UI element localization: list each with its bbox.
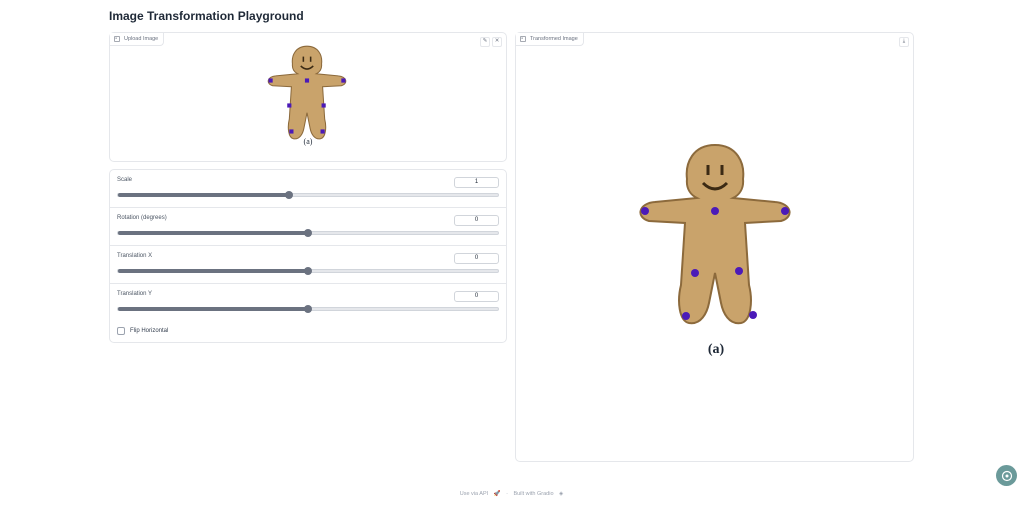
upload-image-label-tab: Upload Image: [110, 33, 165, 46]
image-icon: [114, 36, 120, 42]
gingerbread-cookie: [267, 45, 347, 140]
assistant-icon: [1001, 470, 1012, 481]
translate-y-label: Translation Y: [117, 291, 153, 297]
footer-separator: ·: [506, 491, 508, 497]
scale-control: Scale 1: [110, 170, 506, 208]
keypoint: [321, 103, 326, 108]
built-with-gradio-link[interactable]: Built with Gradio: [513, 491, 553, 497]
translate-y-control: Translation Y 0: [110, 284, 506, 322]
transformed-caption: (a): [708, 342, 725, 357]
keypoint: [682, 312, 690, 320]
translate-x-slider-thumb[interactable]: [304, 267, 312, 275]
rotation-label: Rotation (degrees): [117, 215, 167, 221]
keypoint: [268, 78, 273, 83]
keypoint: [320, 129, 325, 134]
translate-y-slider[interactable]: [117, 305, 499, 313]
keypoint: [289, 129, 294, 134]
rotation-slider-fill: [118, 231, 308, 235]
scale-slider-thumb[interactable]: [285, 191, 293, 199]
close-icon[interactable]: ✕: [492, 37, 502, 47]
translate-y-number-input[interactable]: 0: [454, 291, 499, 302]
rotation-control: Rotation (degrees) 0: [110, 208, 506, 246]
upload-image-panel[interactable]: Upload Image ✎ ✕ (a): [109, 32, 507, 162]
keypoint: [641, 207, 649, 215]
keypoint: [781, 207, 789, 215]
translate-y-slider-thumb[interactable]: [304, 305, 312, 313]
translate-x-slider-fill: [118, 269, 308, 273]
keypoint: [304, 78, 310, 83]
keypoint: [735, 267, 743, 275]
flip-horizontal-checkbox[interactable]: [117, 327, 125, 335]
upload-image-label: Upload Image: [124, 36, 159, 42]
translate-y-slider-fill: [118, 307, 308, 311]
translate-x-control: Translation X 0: [110, 246, 506, 284]
chat-assistant-button[interactable]: [996, 465, 1017, 486]
keypoint: [749, 311, 757, 319]
keypoint: [287, 103, 292, 108]
controls-panel: Scale 1 Rotation (degrees) 0 Translation…: [109, 169, 507, 343]
rotation-slider-thumb[interactable]: [304, 229, 312, 237]
footer: Use via API 🚀 · Built with Gradio ◈: [0, 491, 1023, 497]
transformed-image-label: Transformed Image: [530, 36, 578, 42]
scale-number-input[interactable]: 1: [454, 177, 499, 188]
translate-x-label: Translation X: [117, 253, 153, 259]
download-icon[interactable]: ⤓: [899, 37, 909, 47]
flip-horizontal-label: Flip Horizontal: [130, 328, 169, 334]
flip-horizontal-row[interactable]: Flip Horizontal: [117, 327, 168, 335]
translate-x-slider[interactable]: [117, 267, 499, 275]
gradio-logo-icon: ◈: [559, 491, 564, 497]
scale-slider-fill: [118, 193, 289, 197]
scale-label: Scale: [117, 177, 133, 183]
scale-slider[interactable]: [117, 191, 499, 199]
translate-x-number-input[interactable]: 0: [454, 253, 499, 264]
keypoint: [711, 207, 719, 215]
use-via-api-link[interactable]: Use via API: [460, 491, 488, 497]
rotation-number-input[interactable]: 0: [454, 215, 499, 226]
transformed-preview-image: (a): [639, 143, 791, 357]
edit-icon[interactable]: ✎: [480, 37, 490, 47]
app-root: Image Transformation Playground Upload I…: [0, 0, 1023, 511]
upload-caption: (a): [304, 137, 313, 146]
keypoint: [341, 78, 346, 83]
gingerbread-cookie: [639, 143, 791, 325]
rotation-slider[interactable]: [117, 229, 499, 237]
upload-preview-image: (a): [267, 45, 347, 146]
keypoint: [691, 269, 699, 277]
transformed-image-panel: Transformed Image ⤓ (a): [515, 32, 914, 462]
transformed-image-label-tab: Transformed Image: [516, 33, 584, 46]
image-icon: [520, 36, 526, 42]
page-title: Image Transformation Playground: [109, 9, 304, 23]
rocket-icon: 🚀: [493, 491, 501, 497]
